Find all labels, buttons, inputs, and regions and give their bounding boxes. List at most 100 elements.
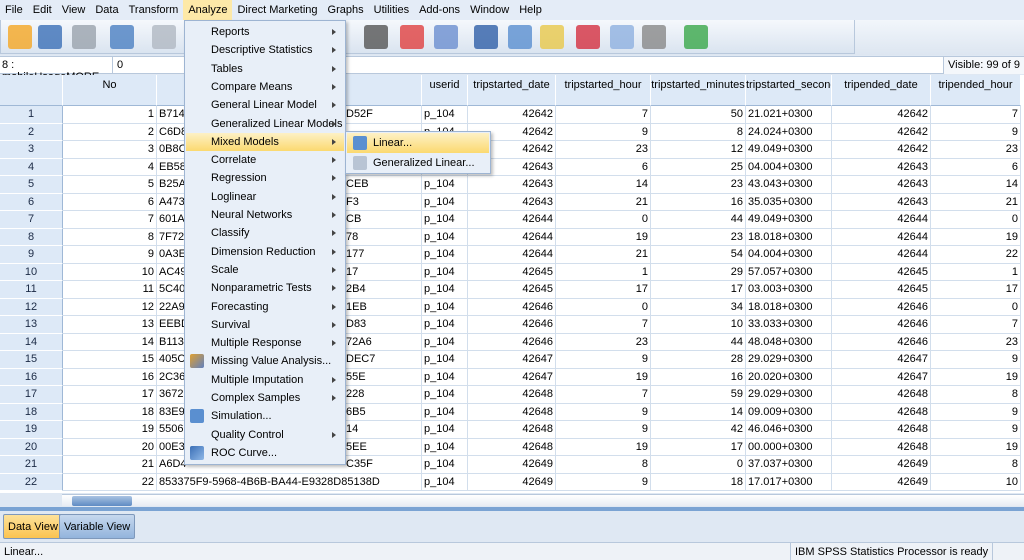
menu-window[interactable]: Window — [465, 0, 514, 20]
cell-tripstarted_hour[interactable]: 21 — [556, 193, 651, 211]
select-cases-icon[interactable] — [540, 25, 564, 49]
cell-tripstarted_date[interactable]: 42648 — [468, 438, 556, 456]
cell-tripended_date[interactable]: 42646 — [832, 333, 931, 351]
cell-userid[interactable]: p_104 — [422, 351, 468, 369]
row-number[interactable]: 9 — [0, 246, 63, 264]
cell-tripstarted_minutes[interactable]: 50 — [651, 106, 746, 124]
cell-no[interactable]: 17 — [63, 386, 157, 404]
cell-tripstarted_minutes[interactable]: 28 — [651, 351, 746, 369]
cell-tripstarted_minutes[interactable]: 17 — [651, 281, 746, 299]
cell-tripstarted_seconds[interactable]: 35.035+0300 — [746, 193, 832, 211]
menu-item-mixed-models[interactable]: Mixed Models — [186, 132, 344, 151]
cell-tripstarted_date[interactable]: 42643 — [468, 193, 556, 211]
row-number[interactable]: 17 — [0, 386, 63, 404]
menu-utilities[interactable]: Utilities — [369, 0, 414, 20]
insert-cases-icon[interactable] — [400, 25, 424, 49]
cell-tripstarted_date[interactable]: 42648 — [468, 421, 556, 439]
cell-no[interactable]: 7 — [63, 211, 157, 229]
cell-tripended_hour[interactable]: 14 — [931, 176, 1021, 194]
column-header[interactable]: tripstarted_seconds — [746, 75, 832, 106]
cell-no[interactable]: 6 — [63, 193, 157, 211]
menu-item-general-linear-model[interactable]: General Linear Model — [186, 96, 344, 114]
cell-tripended_date[interactable]: 42647 — [832, 368, 931, 386]
value-labels-icon[interactable] — [576, 25, 600, 49]
cell-tripstarted_seconds[interactable]: 33.033+0300 — [746, 316, 832, 334]
cell-tripended_date[interactable]: 42649 — [832, 456, 931, 474]
menu-item-loglinear[interactable]: Loglinear — [186, 188, 344, 206]
cell-tripended_hour[interactable]: 7 — [931, 316, 1021, 334]
cell-tripended_hour[interactable]: 19 — [931, 368, 1021, 386]
cell-userid[interactable]: p_104 — [422, 281, 468, 299]
cell-tripstarted_hour[interactable]: 9 — [556, 123, 651, 141]
spell-check-icon[interactable] — [684, 25, 708, 49]
menu-item-reports[interactable]: Reports — [186, 23, 344, 41]
cell-tripstarted_date[interactable]: 42644 — [468, 228, 556, 246]
cell-userid[interactable]: p_104 — [422, 106, 468, 124]
menu-item-quality-control[interactable]: Quality Control — [186, 426, 344, 444]
cell-userid[interactable]: p_104 — [422, 176, 468, 194]
cell-tripstarted_seconds[interactable]: 18.018+0300 — [746, 298, 832, 316]
cell-tripended_date[interactable]: 42643 — [832, 176, 931, 194]
cell-tripstarted_minutes[interactable]: 54 — [651, 246, 746, 264]
menu-graphs[interactable]: Graphs — [323, 0, 369, 20]
menu-item-tables[interactable]: Tables — [186, 60, 344, 78]
cell-tripstarted_hour[interactable]: 19 — [556, 228, 651, 246]
menu-item-classify[interactable]: Classify — [186, 224, 344, 242]
cell-tripstarted_hour[interactable]: 7 — [556, 106, 651, 124]
cell-tripstarted_minutes[interactable]: 44 — [651, 211, 746, 229]
row-number[interactable]: 14 — [0, 333, 63, 351]
row-number[interactable]: 10 — [0, 263, 63, 281]
cell-tripended_date[interactable]: 42644 — [832, 211, 931, 229]
cell-userid[interactable]: p_104 — [422, 421, 468, 439]
cell-tripended_hour[interactable]: 22 — [931, 246, 1021, 264]
cell-tripended_date[interactable]: 42642 — [832, 106, 931, 124]
cell-tripstarted_minutes[interactable]: 17 — [651, 438, 746, 456]
menu-view[interactable]: View — [57, 0, 91, 20]
cell-tripstarted_date[interactable]: 42645 — [468, 263, 556, 281]
menu-item-dimension-reduction[interactable]: Dimension Reduction — [186, 243, 344, 261]
menu-item-multiple-imputation[interactable]: Multiple Imputation — [186, 371, 344, 389]
cell-userid[interactable]: p_104 — [422, 386, 468, 404]
menu-item-generalized-linear-models[interactable]: Generalized Linear Models — [186, 115, 344, 133]
cell-tripended_hour[interactable]: 7 — [931, 106, 1021, 124]
menu-item-missing-value-analysis[interactable]: Missing Value Analysis... — [186, 352, 344, 370]
cell-no[interactable]: 9 — [63, 246, 157, 264]
row-number[interactable]: 5 — [0, 176, 63, 194]
row-number[interactable]: 2 — [0, 123, 63, 141]
menu-item-forecasting[interactable]: Forecasting — [186, 298, 344, 316]
menu-item-survival[interactable]: Survival — [186, 316, 344, 334]
cell-tripstarted_seconds[interactable]: 03.003+0300 — [746, 281, 832, 299]
menu-item-correlate[interactable]: Correlate — [186, 151, 344, 169]
column-header[interactable]: No — [63, 75, 157, 106]
column-header[interactable]: tripstarted_date — [468, 75, 556, 106]
cell-tripended_hour[interactable]: 23 — [931, 333, 1021, 351]
row-number[interactable]: 3 — [0, 141, 63, 159]
cell-tripstarted_date[interactable]: 42648 — [468, 403, 556, 421]
cell-tripended_date[interactable]: 42642 — [832, 123, 931, 141]
cell-no[interactable]: 2 — [63, 123, 157, 141]
cell-tripstarted_seconds[interactable]: 21.021+0300 — [746, 106, 832, 124]
menu-add-ons[interactable]: Add-ons — [414, 0, 465, 20]
cell-tripstarted_seconds[interactable]: 29.029+0300 — [746, 351, 832, 369]
cell-tripended_hour[interactable]: 1 — [931, 263, 1021, 281]
cell-tripended_hour[interactable]: 8 — [931, 386, 1021, 404]
cell-tripstarted_seconds[interactable]: 24.024+0300 — [746, 123, 832, 141]
menu-item-scale[interactable]: Scale — [186, 261, 344, 279]
save-icon[interactable] — [38, 25, 62, 49]
cell-no[interactable]: 22 — [63, 473, 157, 491]
row-number[interactable]: 19 — [0, 421, 63, 439]
cell-tripstarted_hour[interactable]: 23 — [556, 333, 651, 351]
cell-tripstarted_seconds[interactable]: 48.048+0300 — [746, 333, 832, 351]
cell-tripended_hour[interactable]: 17 — [931, 281, 1021, 299]
cell-tripstarted_hour[interactable]: 23 — [556, 141, 651, 159]
dialog-recall-icon[interactable] — [110, 25, 134, 49]
cell-tripstarted_date[interactable]: 42647 — [468, 351, 556, 369]
cell-tripstarted_minutes[interactable]: 59 — [651, 386, 746, 404]
menu-item-multiple-response[interactable]: Multiple Response — [186, 334, 344, 352]
cell-tripstarted_date[interactable]: 42646 — [468, 316, 556, 334]
cell-userid[interactable]: p_104 — [422, 333, 468, 351]
cell-tripstarted_seconds[interactable]: 43.043+0300 — [746, 176, 832, 194]
cell-tripstarted_seconds[interactable]: 17.017+0300 — [746, 473, 832, 491]
cell-tripstarted_minutes[interactable]: 16 — [651, 193, 746, 211]
cell-tripstarted_date[interactable]: 42644 — [468, 211, 556, 229]
